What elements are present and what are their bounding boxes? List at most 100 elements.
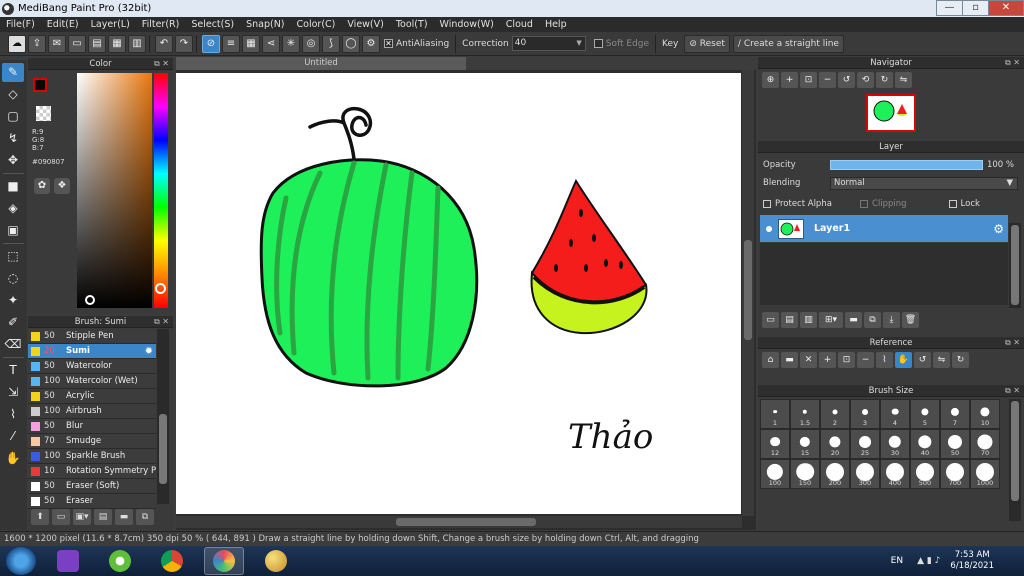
soft-edge-checkbox[interactable] <box>593 39 603 48</box>
menu-view[interactable]: View(V) <box>341 19 389 30</box>
menu-file[interactable]: File(F) <box>0 19 41 30</box>
panel-float-close-icon[interactable]: ⧉ ✕ <box>1005 385 1020 397</box>
brush-duplicate-icon[interactable]: ⧉ <box>136 509 154 525</box>
brush-list-item[interactable]: 100 Sparkle Brush <box>28 449 156 464</box>
taskbar-visual-studio[interactable] <box>48 547 88 575</box>
rotate-left-icon[interactable]: ↺ <box>838 72 855 88</box>
start-button[interactable] <box>6 547 36 575</box>
clock[interactable]: 7:53 AM 6/18/2021 <box>950 550 994 572</box>
redo-icon[interactable]: ↷ <box>175 34 193 53</box>
flip-icon[interactable]: ⇋ <box>895 72 912 88</box>
maximize-button[interactable]: ▫ <box>962 0 989 16</box>
brush-folder-icon[interactable]: ▬ <box>115 509 133 525</box>
taskbar-paint[interactable] <box>256 547 296 575</box>
background-color-swatch[interactable] <box>36 106 51 121</box>
new-file-icon[interactable]: ▭ <box>68 34 86 53</box>
scroll-thumb[interactable] <box>396 518 536 526</box>
brush-list-item[interactable]: 100 Watercolor (Wet) <box>28 374 156 389</box>
menu-cloud[interactable]: Cloud <box>500 19 539 30</box>
color-history-icon[interactable]: ❖ <box>54 178 70 194</box>
upload-icon[interactable]: ⇪ <box>28 34 46 53</box>
menu-snap[interactable]: Snap(N) <box>240 19 290 30</box>
snap-radial-icon[interactable]: ✳ <box>282 34 300 53</box>
brush-size-cell[interactable]: 4 <box>880 399 910 429</box>
brush-size-scrollbar[interactable] <box>1009 399 1021 521</box>
new-brush-icon[interactable]: ▭ <box>52 509 70 525</box>
text-tool-icon[interactable]: T <box>2 361 24 380</box>
menu-color[interactable]: Color(C) <box>291 19 342 30</box>
menu-filter[interactable]: Filter(R) <box>136 19 186 30</box>
sv-cursor[interactable] <box>85 295 95 305</box>
brush-size-cell[interactable]: 1000 <box>970 459 1000 489</box>
reference-close-icon[interactable]: ✕ <box>800 352 817 368</box>
reference-home-icon[interactable]: ⌂ <box>762 352 779 368</box>
chat-icon[interactable]: ✉ <box>48 34 66 53</box>
merge-layer-icon[interactable]: ⤓ <box>883 312 900 328</box>
brush-list-item[interactable]: 10 Rotation Symmetry P <box>28 464 156 479</box>
opacity-slider[interactable] <box>830 160 983 170</box>
menu-edit[interactable]: Edit(E) <box>41 19 85 30</box>
taskbar-chrome[interactable] <box>152 547 192 575</box>
trash-icon[interactable]: ▥ <box>128 34 146 53</box>
language-indicator[interactable]: EN <box>891 556 903 566</box>
brush-list-item[interactable]: 50 Blur <box>28 419 156 434</box>
straight-line-button[interactable]: ∕ Create a straight line <box>732 34 844 53</box>
brush-list-item[interactable]: 50 Eraser (Soft) <box>28 479 156 494</box>
clipping-checkbox[interactable] <box>859 200 868 208</box>
gradient-tool-icon[interactable]: ▣ <box>2 221 24 240</box>
reference-zoom-in-icon[interactable]: + <box>819 352 836 368</box>
select-tool-icon[interactable]: ⬚ <box>2 247 24 266</box>
brush-list-scrollbar[interactable] <box>157 329 169 504</box>
rotate-reset-icon[interactable]: ⟲ <box>857 72 874 88</box>
brush-list-item[interactable]: 50 Stipple Pen <box>28 329 156 344</box>
brush-size-cell[interactable]: 500 <box>910 459 940 489</box>
layer-visibility-icon[interactable] <box>766 225 772 232</box>
lock-checkbox[interactable] <box>948 200 957 208</box>
brush-list-item[interactable]: 20 Sumi ✹ <box>28 344 156 359</box>
blending-select[interactable]: Normal ▼ <box>830 176 1018 190</box>
close-button[interactable]: ✕ <box>988 0 1024 16</box>
panel-float-close-icon[interactable]: ⧉ ✕ <box>1005 57 1020 69</box>
brush-size-cell[interactable]: 25 <box>850 429 880 459</box>
correction-select[interactable]: 40 ▼ <box>511 36 586 51</box>
brush-size-cell[interactable]: 12 <box>760 429 790 459</box>
panel-float-close-icon[interactable]: ⧉ ✕ <box>154 58 169 70</box>
snap-curve-icon[interactable]: ⟆ <box>322 34 340 53</box>
rect-select-tool-icon[interactable]: ▢ <box>2 107 24 126</box>
panel-float-close-icon[interactable]: ⧉ ✕ <box>1005 337 1020 349</box>
menu-window[interactable]: Window(W) <box>434 19 500 30</box>
foreground-color-swatch[interactable] <box>33 78 47 92</box>
brush-size-cell[interactable]: 7 <box>940 399 970 429</box>
menu-help[interactable]: Help <box>539 19 573 30</box>
drawing-canvas[interactable]: Thảo <box>176 73 741 514</box>
snap-off-icon[interactable]: ⊘ <box>202 34 220 53</box>
brush-list-item[interactable]: 50 Watercolor <box>28 359 156 374</box>
scroll-thumb[interactable] <box>159 414 167 484</box>
snap-ellipse-icon[interactable]: ◯ <box>342 34 360 53</box>
brush-size-cell[interactable]: 100 <box>760 459 790 489</box>
zoom-in-icon[interactable]: + <box>781 72 798 88</box>
gear-icon[interactable]: ✹ <box>145 346 153 357</box>
snap-settings-icon[interactable]: ⚙ <box>362 34 380 53</box>
add-brush-icon[interactable]: ⬆ <box>31 509 49 525</box>
gear-icon[interactable]: ⚙ <box>993 222 1004 236</box>
hue-cursor[interactable] <box>155 283 166 294</box>
grid-icon[interactable]: ▦ <box>108 34 126 53</box>
cloud-icon[interactable]: ☁ <box>8 34 26 53</box>
snap-parallel-icon[interactable]: ≡ <box>222 34 240 53</box>
reset-button[interactable]: ⊘ Reset <box>684 34 730 53</box>
bucket-tool-icon[interactable]: ◈ <box>2 199 24 218</box>
menu-select[interactable]: Select(S) <box>185 19 240 30</box>
operation-tool-icon[interactable]: ⇲ <box>2 383 24 402</box>
reference-fit-icon[interactable]: ⊡ <box>838 352 855 368</box>
brush-size-cell[interactable]: 1 <box>760 399 790 429</box>
eraser-tool-icon[interactable]: ◇ <box>2 85 24 104</box>
brush-size-cell[interactable]: 1.5 <box>790 399 820 429</box>
menu-tool[interactable]: Tool(T) <box>390 19 434 30</box>
rotate-right-icon[interactable]: ↻ <box>876 72 893 88</box>
canvas-horizontal-scrollbar[interactable] <box>176 516 742 528</box>
hue-slider[interactable] <box>154 73 168 308</box>
brush-size-cell[interactable]: 20 <box>820 429 850 459</box>
ellipse-select-tool-icon[interactable]: ◌ <box>2 269 24 288</box>
reference-dropper-icon[interactable]: ⌇ <box>876 352 893 368</box>
